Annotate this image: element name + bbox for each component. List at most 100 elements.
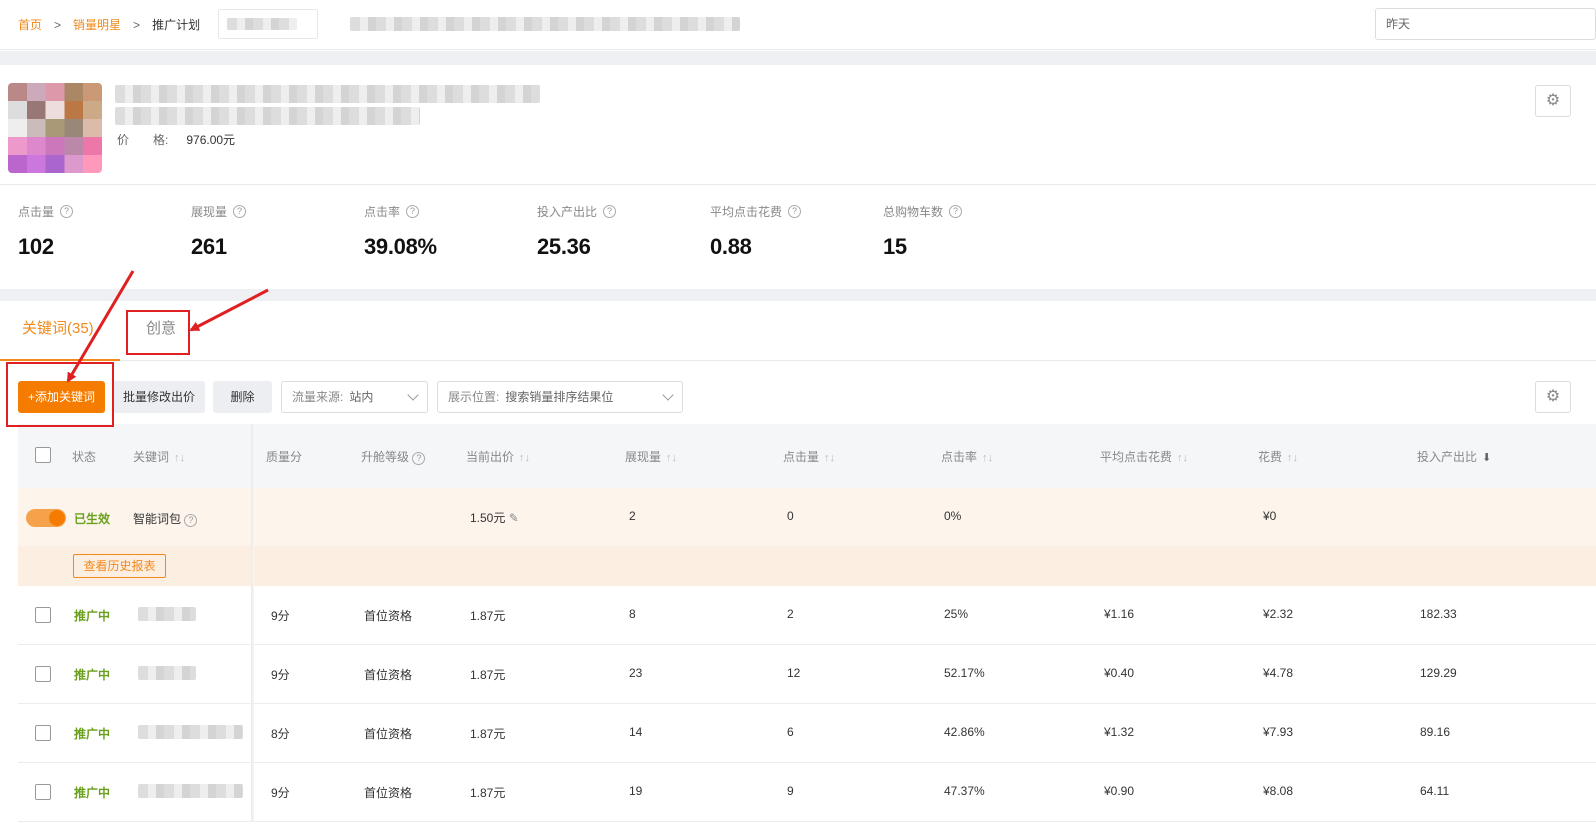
col-keyword[interactable]: 关键词 ↑↓: [133, 448, 185, 465]
bid-cell[interactable]: 1.87元: [470, 607, 505, 624]
edit-pencil-icon[interactable]: ✎: [509, 511, 519, 525]
impressions-cell: 23: [629, 666, 643, 680]
ctr-cell: 47.37%: [944, 784, 985, 798]
product-settings-gear-icon[interactable]: ⚙: [1535, 85, 1571, 117]
bid-cell[interactable]: 1.87元: [470, 725, 505, 742]
price-value: 976.00元: [186, 133, 236, 147]
redacted-product-title: [115, 85, 540, 103]
help-icon[interactable]: ?: [949, 205, 963, 218]
col-tier: 升舱等级 ?: [361, 448, 426, 465]
metric-avg-cpc: 平均点击花费? 0.88: [710, 203, 880, 260]
breadcrumb-home[interactable]: 首页: [18, 16, 42, 33]
col-ctr-label: 点击率: [941, 450, 978, 464]
help-icon[interactable]: ?: [406, 205, 420, 218]
quality-cell: 9分: [271, 609, 290, 623]
impressions-cell: 19: [629, 784, 643, 798]
display-position-select[interactable]: 展示位置: 搜索销量排序结果位: [437, 381, 683, 413]
col-ctr[interactable]: 点击率 ↑↓: [941, 448, 993, 465]
table-row: 推广中 9分 首位资格 1.87元 8 2 25% ¥1.16 ¥2.32 18…: [18, 586, 1596, 645]
col-cost[interactable]: 花费 ↑↓: [1258, 448, 1298, 465]
metric-impressions: 展现量? 261: [191, 203, 361, 260]
sort-icon[interactable]: ↑↓: [666, 452, 677, 464]
clicks-cell: 0: [787, 509, 794, 523]
price-label: 价 格:: [117, 133, 169, 147]
sort-icon[interactable]: ↑↓: [174, 452, 185, 464]
sort-icon[interactable]: ↑↓: [1287, 452, 1298, 464]
metric-value: 15: [883, 234, 907, 259]
batch-bid-button[interactable]: 批量修改出价: [113, 381, 205, 413]
roi-cell: 64.11: [1420, 784, 1450, 798]
table-header: 状态 关键词 ↑↓ 质量分 升舱等级 ? 当前出价 ↑↓ 展现量 ↑↓ 点击量 ↑↓ 点…: [18, 424, 1596, 488]
metric-label: 点击率: [364, 205, 401, 219]
col-cost-label: 花费: [1258, 450, 1283, 464]
cost-cell: ¥2.32: [1263, 607, 1294, 621]
delete-button[interactable]: 删除: [213, 381, 272, 413]
redacted-keyword: [138, 607, 196, 621]
help-icon[interactable]: ?: [184, 514, 198, 527]
col-clicks[interactable]: 点击量 ↑↓: [783, 448, 835, 465]
clicks-cell: 6: [787, 725, 794, 739]
col-impressions[interactable]: 展现量 ↑↓: [625, 448, 677, 465]
redacted-keyword: [138, 784, 243, 798]
status-text: 推广中: [74, 786, 111, 800]
help-icon[interactable]: ?: [233, 205, 247, 218]
col-impressions-label: 展现量: [625, 450, 662, 464]
col-roi[interactable]: 投入产出比 ⬇: [1417, 448, 1491, 465]
sort-icon[interactable]: ↑↓: [824, 452, 835, 464]
keyword-label: 智能词包: [133, 512, 182, 526]
row-checkbox[interactable]: [35, 666, 51, 682]
metric-value: 261: [191, 234, 227, 259]
status-text: 已生效: [74, 512, 111, 526]
smart-row-footer: [18, 546, 1596, 586]
breadcrumb-product-star[interactable]: 销量明星: [73, 16, 121, 33]
select-all-checkbox[interactable]: [35, 447, 51, 463]
help-icon[interactable]: ?: [412, 452, 426, 465]
roi-cell: 129.29: [1420, 666, 1457, 680]
cost-cell: ¥0: [1263, 509, 1277, 523]
row-checkbox[interactable]: [35, 607, 51, 623]
col-bid-label: 当前出价: [466, 450, 515, 464]
cost-cell: ¥4.78: [1263, 666, 1294, 680]
metric-label: 点击量: [18, 205, 55, 219]
history-report-button[interactable]: 查看历史报表: [73, 554, 166, 578]
table-settings-gear-icon[interactable]: ⚙: [1535, 381, 1571, 413]
date-range-select[interactable]: 昨天: [1375, 8, 1596, 40]
sort-icon[interactable]: ↑↓: [982, 452, 993, 464]
metric-cart-adds: 总购物车数? 15: [883, 203, 1053, 260]
help-icon[interactable]: ?: [60, 205, 74, 218]
product-price: 价 格: 976.00元: [117, 131, 235, 148]
section-gap: [0, 51, 1596, 65]
col-bid[interactable]: 当前出价 ↑↓: [466, 448, 530, 465]
bid-cell[interactable]: 1.87元: [470, 666, 505, 683]
quality-cell: 9分: [271, 786, 290, 800]
clicks-cell: 12: [787, 666, 801, 680]
bid-cell[interactable]: 1.87元: [470, 784, 505, 801]
redacted-keyword: [138, 666, 196, 680]
metric-label: 总购物车数: [883, 205, 944, 219]
roi-cell: 182.33: [1420, 607, 1457, 621]
tab-keywords[interactable]: 关键词(35): [0, 301, 120, 361]
tier-cell: 首位资格: [364, 609, 413, 623]
row-checkbox[interactable]: [35, 725, 51, 741]
col-avg-cpc[interactable]: 平均点击花费 ↑↓: [1100, 448, 1188, 465]
col-keyword-label: 关键词: [133, 450, 170, 464]
keyword-toolbar: +添加关键词 批量修改出价 删除 流量来源: 站内 展示位置: 搜索销量排序结果位 …: [0, 362, 1596, 424]
help-icon[interactable]: ?: [603, 205, 617, 218]
sort-desc-icon[interactable]: ⬇: [1482, 452, 1491, 464]
status-text: 推广中: [74, 727, 111, 741]
status-toggle[interactable]: [26, 509, 66, 527]
avg-cpc-cell: ¥0.40: [1104, 666, 1135, 680]
traffic-source-select[interactable]: 流量来源: 站内: [281, 381, 428, 413]
metric-ctr: 点击率? 39.08%: [364, 203, 534, 260]
help-icon[interactable]: ?: [788, 205, 802, 218]
ctr-cell: 52.17%: [944, 666, 985, 680]
breadcrumb-separator: >: [54, 17, 62, 32]
plan-select[interactable]: [218, 9, 318, 39]
col-status: 状态: [72, 450, 97, 464]
bid-cell[interactable]: 1.50元 ✎: [470, 509, 519, 526]
sort-icon[interactable]: ↑↓: [519, 452, 530, 464]
table-row: 推广中 8分 首位资格 1.87元 14 6 42.86% ¥1.32 ¥7.9…: [18, 704, 1596, 763]
row-checkbox[interactable]: [35, 784, 51, 800]
sort-icon[interactable]: ↑↓: [1177, 452, 1188, 464]
impressions-cell: 2: [629, 509, 636, 523]
